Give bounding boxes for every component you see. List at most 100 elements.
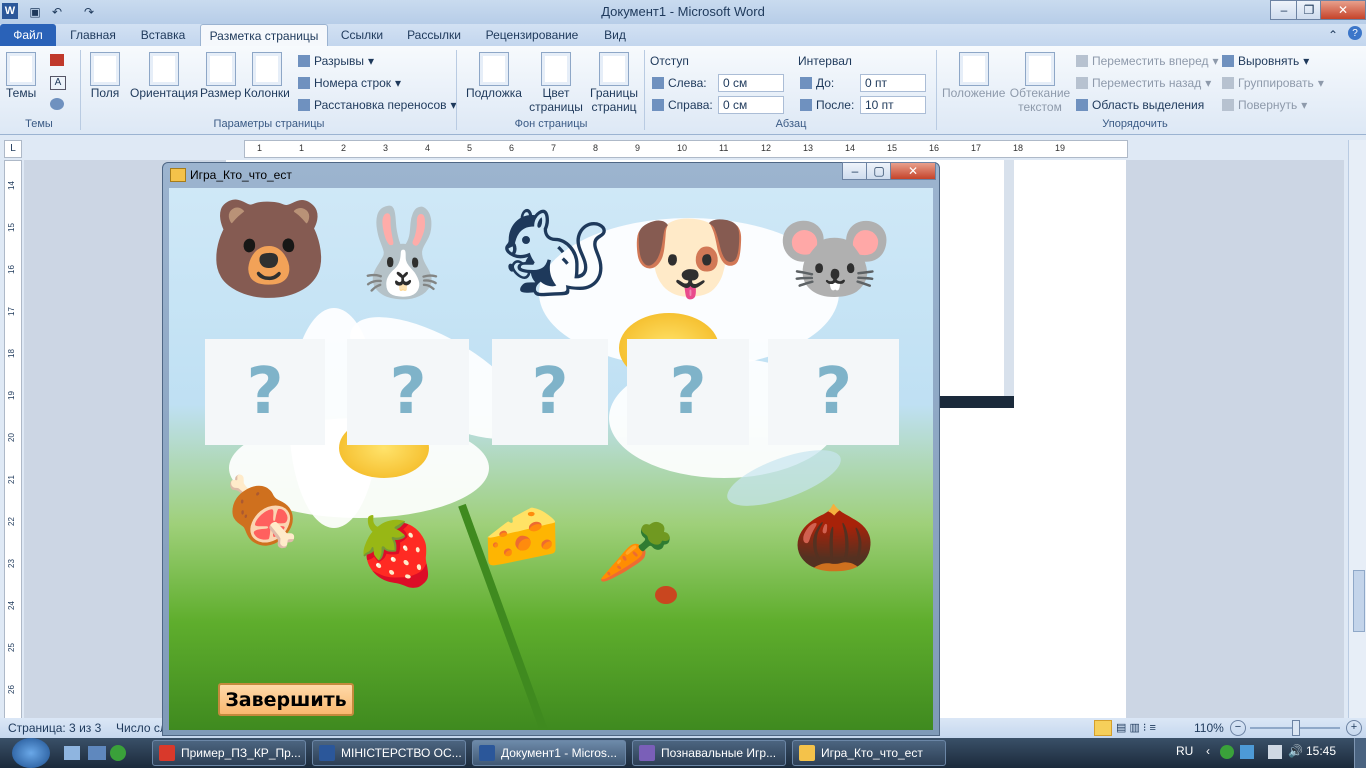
bring-forward-button[interactable]: Переместить вперед ▾ bbox=[1076, 54, 1219, 68]
game-minimize-button[interactable]: – bbox=[842, 162, 868, 180]
taskbar-item-document1[interactable]: Документ1 - Micros... bbox=[472, 740, 626, 766]
puppy-image[interactable]: 🐶 bbox=[629, 210, 749, 306]
tray-utorrent-icon[interactable] bbox=[1220, 745, 1234, 759]
question-mark-icon: ? bbox=[669, 355, 707, 429]
margins-button[interactable]: Поля bbox=[90, 52, 120, 100]
align-button[interactable]: Выровнять ▾ bbox=[1222, 54, 1309, 68]
finish-button[interactable]: Завершить bbox=[218, 683, 354, 716]
indent-right-input[interactable]: 0 см bbox=[718, 96, 784, 114]
game-close-button[interactable]: ✕ bbox=[890, 162, 936, 180]
answer-slot-mouse[interactable]: ? bbox=[768, 339, 899, 445]
wrap-text-button[interactable]: Обтекание текстом bbox=[1010, 52, 1070, 114]
rabbit-image[interactable]: 🐰 bbox=[349, 210, 456, 296]
vruler-tick-label: 22 bbox=[6, 517, 16, 526]
tab-page-layout[interactable]: Разметка страницы bbox=[200, 24, 328, 47]
zoom-level[interactable]: 110% bbox=[1194, 721, 1224, 735]
watermark-button[interactable]: Подложка bbox=[466, 52, 522, 100]
ham-image[interactable]: 🍖 bbox=[221, 478, 303, 544]
tab-references[interactable]: Ссылки bbox=[332, 24, 392, 46]
cheese-image[interactable]: 🧀 bbox=[483, 506, 560, 568]
tray-expand-icon[interactable]: ‹ bbox=[1206, 744, 1210, 758]
theme-effects-icon[interactable] bbox=[50, 98, 64, 110]
zoom-in-icon[interactable]: + bbox=[1346, 720, 1362, 736]
vertical-scrollbar[interactable] bbox=[1348, 140, 1366, 720]
mouse-image[interactable]: 🐭 bbox=[775, 210, 895, 306]
window-title: Документ1 - Microsoft Word bbox=[601, 4, 765, 19]
ruler-tick-label: 3 bbox=[383, 143, 389, 153]
answer-slot-bear[interactable]: ? bbox=[205, 339, 325, 445]
spacing-before-input[interactable]: 0 пт bbox=[860, 74, 926, 92]
minimize-button[interactable]: – bbox=[1270, 0, 1298, 20]
theme-colors-icon[interactable] bbox=[50, 54, 64, 66]
view-icons[interactable]: ▤ ▥ ⁝ ≡ bbox=[1116, 721, 1156, 734]
rotate-button[interactable]: Повернуть ▾ bbox=[1222, 98, 1307, 112]
taskbar-item-pdf[interactable]: Пример_ПЗ_КР_Пр... bbox=[152, 740, 306, 766]
carrot-image[interactable]: 🥕 bbox=[597, 522, 674, 584]
utorrent-icon[interactable] bbox=[110, 745, 126, 761]
minimize-ribbon-icon[interactable]: ⌃ bbox=[1328, 28, 1338, 42]
language-indicator[interactable]: RU bbox=[1176, 744, 1193, 758]
hyphenation-button[interactable]: Расстановка переносов ▾ bbox=[298, 98, 457, 112]
tab-file[interactable]: Файл bbox=[0, 24, 56, 46]
send-backward-button[interactable]: Переместить назад ▾ bbox=[1076, 76, 1211, 90]
answer-slot-puppy[interactable]: ? bbox=[627, 339, 749, 445]
taskbar-item-game[interactable]: Игра_Кто_что_ест bbox=[792, 740, 946, 766]
breaks-button[interactable]: Разрывы ▾ bbox=[298, 54, 374, 68]
ruler-tick-label: 17 bbox=[971, 143, 982, 153]
tab-home[interactable]: Главная bbox=[62, 24, 124, 46]
zoom-slider-thumb[interactable] bbox=[1292, 720, 1300, 736]
taskbar-item-word-ministry[interactable]: МІНІСТЕРСТВО ОС... bbox=[312, 740, 466, 766]
columns-button[interactable]: Колонки bbox=[244, 52, 290, 100]
help-icon[interactable]: ? bbox=[1348, 26, 1362, 40]
theme-fonts-icon[interactable]: A bbox=[50, 76, 66, 90]
tray-network-icon[interactable] bbox=[1268, 745, 1282, 759]
themes-button[interactable]: Темы bbox=[6, 52, 36, 100]
page-color-button[interactable]: Цвет страницы bbox=[526, 52, 586, 114]
game-maximize-button[interactable]: ▢ bbox=[866, 162, 892, 180]
quicklaunch-icon[interactable] bbox=[64, 746, 80, 760]
selection-pane-button[interactable]: Область выделения bbox=[1076, 98, 1204, 112]
start-button[interactable] bbox=[12, 738, 50, 768]
bring-forward-icon bbox=[1076, 55, 1088, 67]
tab-selector-icon[interactable]: L bbox=[4, 140, 22, 158]
raspberry-image[interactable]: 🍓 bbox=[355, 518, 437, 584]
answer-slot-squirrel[interactable]: ? bbox=[492, 339, 608, 445]
taskbar-item-games[interactable]: Познавальные Игр... bbox=[632, 740, 786, 766]
ruler-tick-label: 2 bbox=[341, 143, 347, 153]
breaks-icon bbox=[298, 55, 310, 67]
group-arrange-label: Упорядочить bbox=[1102, 118, 1168, 130]
tab-view[interactable]: Вид bbox=[594, 24, 636, 46]
word-count[interactable]: Число сл bbox=[116, 721, 167, 735]
horizontal-ruler[interactable]: 1 1 2 3 4 5 6 7 8 9 10 11 12 13 14 15 16 17 18 19 bbox=[244, 140, 1128, 158]
position-button[interactable]: Положение bbox=[942, 52, 1005, 100]
tray-volume-icon[interactable]: 🔊 bbox=[1288, 744, 1303, 758]
page-borders-button[interactable]: Границы страниц bbox=[588, 52, 640, 114]
hazelnut-image[interactable]: 🌰 bbox=[793, 504, 875, 570]
background-window bbox=[940, 160, 1014, 408]
print-layout-view-icon[interactable] bbox=[1094, 720, 1112, 736]
clock[interactable]: 15:45 bbox=[1306, 744, 1336, 758]
indent-left-input[interactable]: 0 см bbox=[718, 74, 784, 92]
close-button[interactable]: ✕ bbox=[1320, 0, 1366, 20]
size-button[interactable]: Размер bbox=[200, 52, 241, 100]
orientation-button[interactable]: Ориентация bbox=[130, 52, 198, 100]
tab-review[interactable]: Рецензирование bbox=[476, 24, 588, 46]
show-desktop-button[interactable] bbox=[1354, 738, 1366, 768]
squirrel-image[interactable]: 🐿 bbox=[501, 210, 610, 296]
spacing-heading: Интервал bbox=[798, 54, 852, 68]
answer-slot-rabbit[interactable]: ? bbox=[347, 339, 469, 445]
question-mark-icon: ? bbox=[389, 355, 427, 429]
tab-insert[interactable]: Вставка bbox=[130, 24, 196, 46]
tab-mailings[interactable]: Рассылки bbox=[398, 24, 470, 46]
bear-image[interactable]: 🐻 bbox=[209, 202, 329, 298]
scrollbar-thumb[interactable] bbox=[1353, 570, 1365, 632]
group-button[interactable]: Группировать ▾ bbox=[1222, 76, 1324, 90]
line-numbers-button[interactable]: Номера строк ▾ bbox=[298, 76, 401, 90]
tray-skype-icon[interactable] bbox=[1240, 745, 1254, 759]
page-count[interactable]: Страница: 3 из 3 bbox=[8, 721, 101, 735]
maximize-button[interactable]: ❐ bbox=[1296, 0, 1322, 20]
spacing-after-input[interactable]: 10 пт bbox=[860, 96, 926, 114]
show-desktop-icon[interactable] bbox=[88, 746, 106, 760]
position-icon bbox=[958, 52, 989, 86]
zoom-out-icon[interactable]: − bbox=[1230, 720, 1246, 736]
